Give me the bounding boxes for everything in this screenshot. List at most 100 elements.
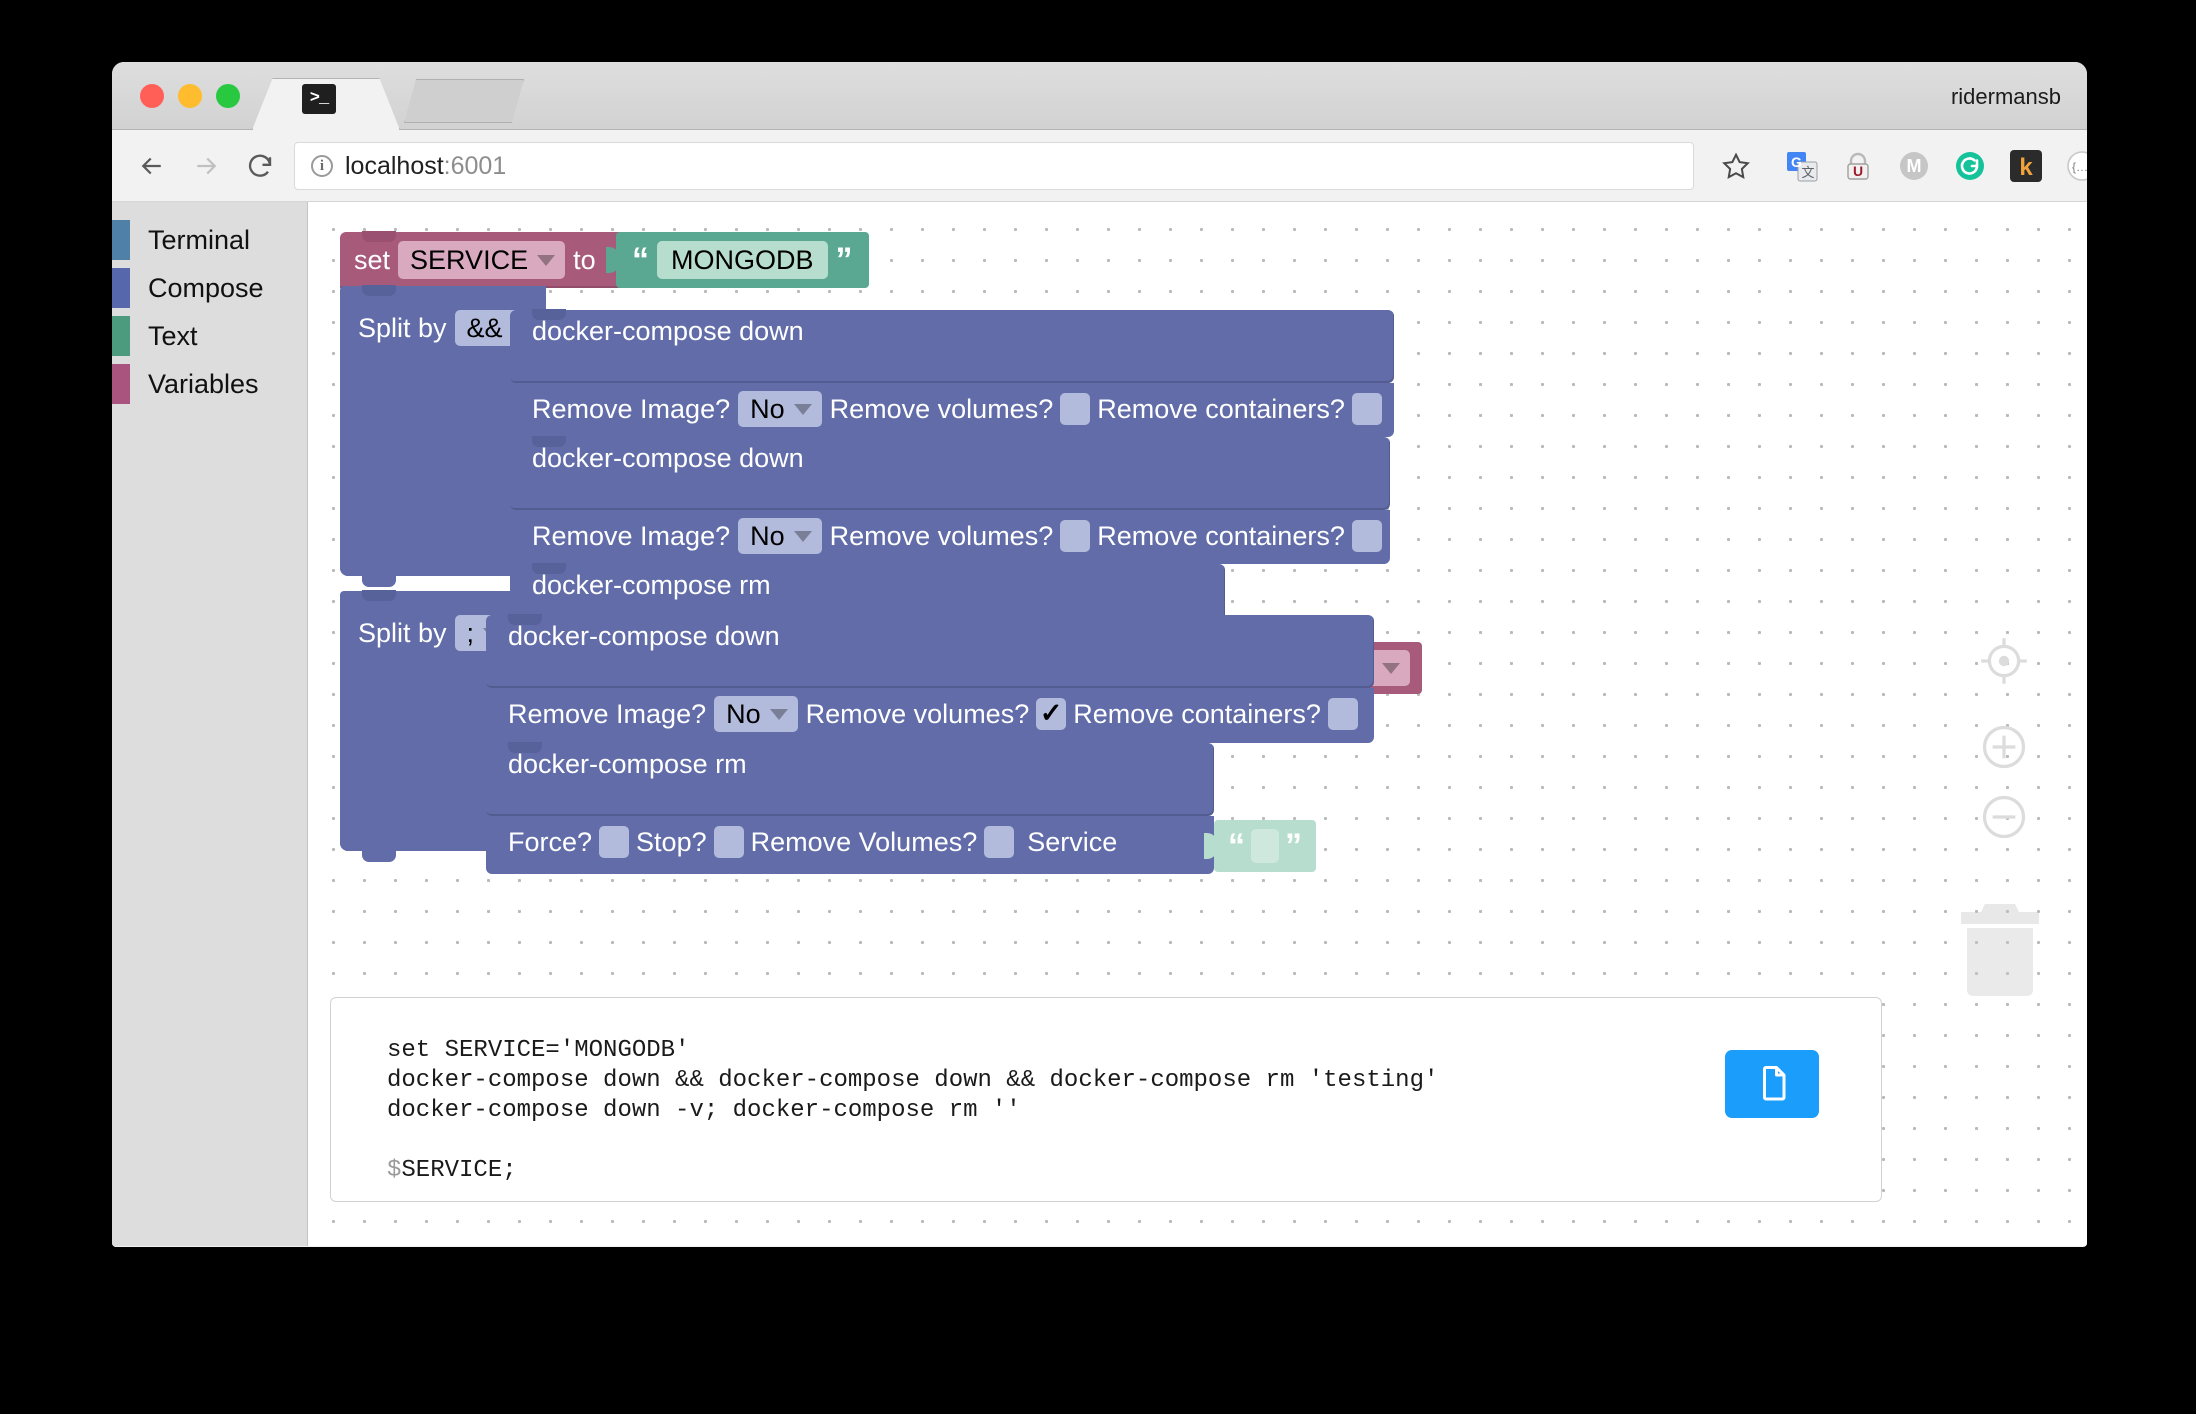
command-title: docker-compose rm (510, 564, 1225, 601)
remove-image-label: Remove Image? (508, 699, 706, 730)
remove-volumes-checkbox[interactable] (984, 826, 1014, 858)
variable-dropdown[interactable]: SERVICE (398, 241, 565, 279)
block-compose-down[interactable]: docker-compose down (486, 615, 1374, 688)
browser-tab-new[interactable] (404, 79, 524, 123)
google-translate-icon[interactable]: G 文 (1784, 148, 1820, 184)
terminal-favicon-icon: >_ (302, 84, 336, 114)
block-compose-rm[interactable]: docker-compose rm (486, 743, 1214, 816)
category-color-swatch (112, 220, 130, 260)
block-notch (508, 614, 542, 625)
remove-image-value: No (750, 521, 785, 552)
password-lock-icon[interactable]: U (1840, 148, 1876, 184)
chevron-down-icon (1382, 663, 1400, 674)
kite-icon[interactable]: k (2008, 148, 2044, 184)
remove-volumes-label: Remove volumes? (830, 394, 1054, 425)
minimize-window-button[interactable] (178, 84, 202, 108)
toolbox-item-label: Text (148, 321, 198, 352)
block-compose-rm-options[interactable]: Force? Stop? Remove Volumes? Service (486, 816, 1214, 874)
toolbox-item-text[interactable]: Text (112, 312, 307, 360)
set-keyword-label: set (354, 245, 390, 276)
remove-volumes-checkbox[interactable] (1060, 393, 1090, 425)
window-titlebar: >_ ridermansb (112, 62, 2087, 130)
svg-text:U: U (1853, 163, 1863, 179)
block-notch (362, 590, 396, 601)
copy-code-button[interactable] (1725, 1050, 1819, 1118)
stop-checkbox[interactable] (714, 826, 744, 858)
center-target-icon[interactable] (1977, 634, 2031, 688)
category-color-swatch (112, 316, 130, 356)
option-row: Remove Image? No Remove volumes? Remove … (510, 383, 1394, 427)
url-host: localhost (345, 152, 444, 180)
browser-toolbar: i localhost:6001 G 文 U (112, 130, 2087, 202)
maximize-window-button[interactable] (216, 84, 240, 108)
close-window-button[interactable] (140, 84, 164, 108)
remove-image-dropdown[interactable]: No (738, 391, 822, 427)
profile-name-label[interactable]: ridermansb (1951, 84, 2061, 110)
arrow-left-icon[interactable] (130, 144, 174, 188)
quote-open-icon: “ (632, 245, 649, 276)
url-port: :6001 (444, 152, 507, 180)
remove-image-dropdown[interactable]: No (738, 518, 822, 554)
site-info-icon[interactable]: i (311, 155, 333, 177)
reload-icon[interactable] (238, 144, 282, 188)
block-compose-down-options[interactable]: Remove Image? No Remove volumes? Remove … (510, 510, 1390, 564)
zoom-out-icon[interactable] (1977, 790, 2031, 844)
block-compose-down-options[interactable]: Remove Image? No Remove volumes? Remove … (510, 383, 1394, 437)
grammarly-icon[interactable] (1952, 148, 1988, 184)
option-row: Remove Image? No Remove volumes? Remove … (510, 510, 1390, 554)
remove-image-label: Remove Image? (532, 394, 730, 425)
command-title: docker-compose down (510, 310, 1394, 347)
toolbox-item-variables[interactable]: Variables (112, 360, 307, 408)
remove-containers-checkbox[interactable] (1328, 698, 1358, 730)
json-formatter-icon[interactable]: {…} (2064, 148, 2087, 184)
blockly-workspace[interactable]: set SERVICE to “ MONGODB ” (308, 202, 2087, 1246)
quote-close-icon: ” (1285, 831, 1302, 862)
toolbox-item-label: Variables (148, 369, 259, 400)
svg-text:k: k (2019, 154, 2033, 181)
toolbox-item-compose[interactable]: Compose (112, 264, 307, 312)
quote-close-icon: ” (836, 245, 853, 276)
svg-text:文: 文 (1801, 165, 1814, 180)
remove-containers-label: Remove containers? (1097, 394, 1345, 425)
block-compose-down[interactable]: docker-compose down (510, 437, 1390, 510)
remove-containers-checkbox[interactable] (1352, 520, 1382, 552)
address-bar[interactable]: i localhost:6001 (294, 142, 1694, 190)
category-color-swatch (112, 364, 130, 404)
block-compose-down[interactable]: docker-compose down (510, 310, 1394, 383)
block-text-value[interactable]: “ MONGODB ” (616, 232, 869, 288)
mailtrack-icon[interactable]: M (1896, 148, 1932, 184)
remove-containers-label: Remove containers? (1073, 699, 1321, 730)
block-notch (532, 563, 566, 574)
zoom-in-icon[interactable] (1977, 720, 2031, 774)
block-set-variable[interactable]: set SERVICE to (340, 232, 636, 288)
remove-image-dropdown[interactable]: No (714, 696, 798, 732)
separator-value: ; (467, 618, 475, 649)
chevron-down-icon (794, 531, 812, 542)
remove-image-label: Remove Image? (532, 521, 730, 552)
code-line-3: docker-compose down -v; docker-compose r… (387, 1097, 1021, 1124)
category-color-swatch (112, 268, 130, 308)
text-value-field[interactable] (1251, 829, 1279, 863)
block-text-value-empty[interactable]: “ ” (1214, 820, 1316, 872)
remove-volumes-checkbox[interactable] (1060, 520, 1090, 552)
quote-open-icon: “ (1228, 831, 1245, 862)
remove-volumes-checkbox[interactable] (1036, 698, 1066, 730)
svg-text:{…}: {…} (2072, 160, 2087, 174)
force-checkbox[interactable] (599, 826, 629, 858)
service-label: Service (1027, 827, 1117, 858)
chevron-down-icon (794, 404, 812, 415)
remove-containers-label: Remove containers? (1097, 521, 1345, 552)
toolbox-item-terminal[interactable]: Terminal (112, 216, 307, 264)
variable-dropdown-value: SERVICE (410, 245, 528, 276)
block-compose-down-options[interactable]: Remove Image? No Remove volumes? Remove … (486, 688, 1374, 743)
trash-can-icon[interactable] (1957, 902, 2043, 998)
star-icon[interactable] (1714, 144, 1758, 188)
text-value-field[interactable]: MONGODB (657, 241, 828, 279)
remove-volumes-label: Remove Volumes? (751, 827, 978, 858)
block-notch (362, 231, 396, 242)
remove-containers-checkbox[interactable] (1352, 393, 1382, 425)
split-semicolon-bottom-notch (362, 851, 396, 862)
blockly-toolbox: Terminal Compose Text Variables (112, 202, 308, 1246)
arrow-right-icon (184, 144, 228, 188)
block-notch (532, 309, 566, 320)
